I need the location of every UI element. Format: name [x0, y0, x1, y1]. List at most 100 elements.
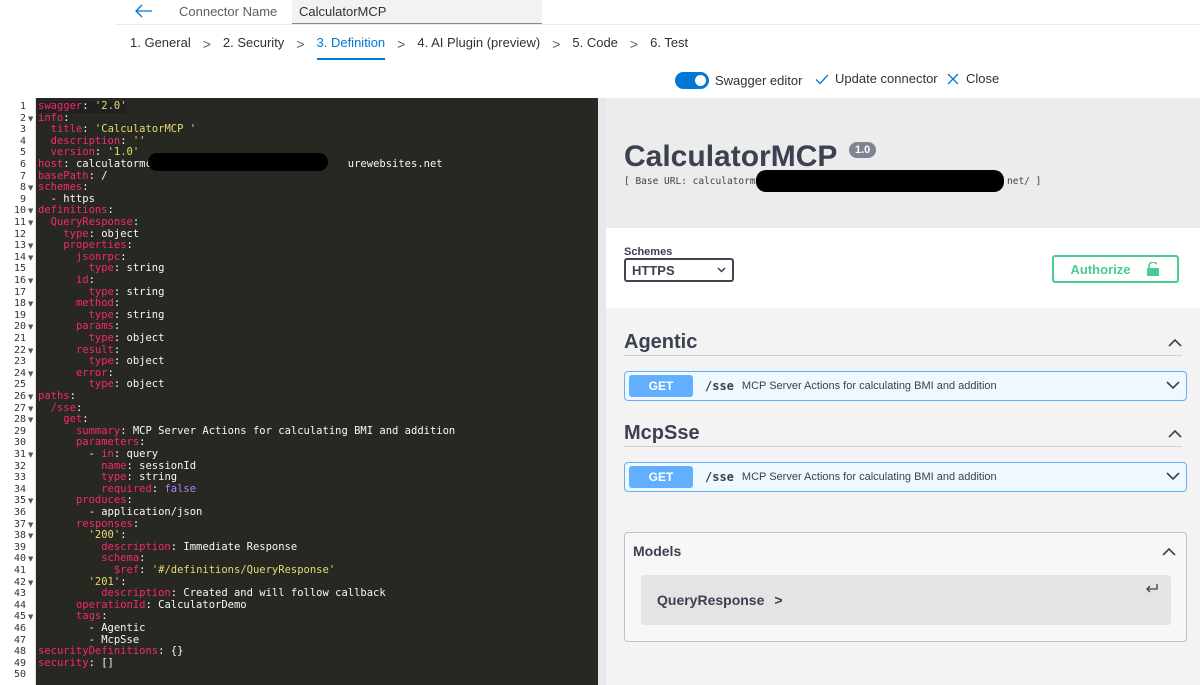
split-pane-divider[interactable] [598, 98, 606, 685]
code-token: 'CalculatorMCP ' [94, 123, 197, 136]
fold-toggle-icon[interactable]: ▼ [28, 277, 33, 285]
fold-toggle-icon[interactable]: ▼ [28, 532, 33, 540]
code-token: '#/definitions/QueryResponse' [151, 564, 336, 576]
models-header[interactable]: Models [633, 543, 681, 559]
line-number: 5 [19, 147, 26, 159]
code-token: version [50, 146, 95, 159]
code-token: : string [113, 262, 165, 275]
code-token: properties [63, 239, 127, 252]
line-number: 4 [19, 135, 26, 147]
tag-header-agentic[interactable]: Agentic [624, 330, 1182, 356]
line-number: 23 [13, 356, 26, 368]
tag-header-mcpsse[interactable]: McpSse [624, 421, 1182, 447]
authorize-button[interactable]: Authorize [1052, 255, 1179, 283]
fold-toggle-icon[interactable]: ▼ [28, 555, 33, 563]
code-token: paths [38, 390, 70, 402]
fold-toggle-icon[interactable]: ▼ [28, 405, 33, 413]
code-token: swagger [38, 100, 83, 112]
fold-toggle-icon[interactable]: ▼ [28, 451, 33, 459]
close-button[interactable]: Close [946, 71, 999, 86]
swagger-code-editor[interactable]: 1 2 ▼ 3 4 5 6 7 8 ▼ 9 10 ▼ 11 ▼ 12 13 ▼ 14 ▼ 15 16 ▼ 17 18 ▼ 19 20 ▼… [0, 98, 598, 685]
line-number: 46 [13, 623, 26, 634]
fold-toggle-icon[interactable]: ▼ [28, 497, 33, 505]
operation-get-sse-agentic[interactable]: GET /sse MCP Server Actions for calculat… [624, 371, 1187, 401]
close-label: Close [966, 71, 1000, 86]
swagger-editor-toggle[interactable] [675, 72, 709, 89]
code-token: name [101, 459, 127, 472]
line-number: 21 [13, 333, 26, 344]
update-connector-button[interactable]: Update connector [815, 71, 938, 86]
fold-toggle-icon[interactable]: ▼ [28, 254, 33, 262]
code-token: : {} [158, 645, 184, 658]
code-token: schema [101, 552, 140, 565]
fold-toggle-icon[interactable]: ▼ [28, 347, 33, 355]
line-number: 30 [13, 437, 26, 449]
step-tab[interactable]: 6. Test [650, 35, 688, 60]
checkmark-icon [815, 74, 829, 84]
back-button[interactable] [132, 0, 156, 22]
code-token: - McpSse [38, 633, 140, 646]
code-token: - Agentic [38, 622, 146, 634]
fold-toggle-icon[interactable]: ▼ [28, 416, 33, 424]
fold-toggle-icon[interactable]: ▼ [28, 370, 33, 378]
fold-toggle-icon[interactable]: ▼ [28, 219, 33, 227]
line-number: 27 [13, 402, 26, 414]
step-tab[interactable]: 3. Definition [316, 35, 386, 60]
model-name: QueryResponse [657, 592, 765, 608]
code-token: : [107, 204, 114, 217]
model-queryresponse[interactable]: QueryResponse > [641, 575, 1171, 625]
step-tab[interactable]: 5. Code [572, 35, 618, 60]
unlock-icon [1147, 261, 1160, 276]
code-token: description [50, 134, 121, 147]
step-tab[interactable]: 2. Security [223, 35, 284, 60]
code-token: : [113, 297, 121, 310]
chevron-up-icon[interactable] [1162, 547, 1176, 556]
code-token: : [151, 482, 165, 495]
connector-name-input[interactable]: CalculatorMCP [292, 0, 542, 24]
code-token: description [101, 540, 171, 553]
operation-get-sse-mcpsse[interactable]: GET /sse MCP Server Actions for calculat… [624, 462, 1187, 492]
line-number: 1 [19, 101, 26, 112]
code-area[interactable]: swagger: '2.0' info: title: 'CalculatorMC… [36, 98, 598, 685]
code-token: : [69, 390, 76, 402]
base-url-prefix: [ Base URL: calculatormcp [624, 176, 767, 187]
fold-toggle-icon[interactable]: ▼ [28, 300, 33, 308]
code-token: tags [75, 610, 102, 623]
code-token: : [82, 100, 95, 112]
code-token: type [88, 355, 114, 368]
code-token: : [120, 529, 127, 542]
line-number: 31 [13, 449, 26, 460]
fold-toggle-icon[interactable]: ▼ [28, 207, 33, 215]
code-token: : object [113, 332, 165, 344]
fold-toggle-icon[interactable]: ▼ [28, 613, 33, 621]
code-token: : [139, 552, 146, 565]
fold-toggle-icon[interactable]: ▼ [28, 184, 33, 192]
code-token: : [113, 320, 121, 333]
fold-toggle-icon[interactable]: ▼ [28, 579, 33, 587]
api-title: CalculatorMCP [624, 140, 838, 173]
code-token: : [139, 436, 146, 449]
fold-toggle-icon[interactable]: ▼ [28, 242, 33, 250]
line-number: 19 [13, 309, 26, 321]
code-token: parameters [75, 436, 140, 449]
chevron-down-icon [717, 267, 726, 273]
fold-toggle-icon[interactable]: ▼ [28, 393, 33, 401]
schemes-select[interactable]: HTTPS [624, 258, 734, 282]
step-tab[interactable]: 1. General [130, 35, 191, 60]
line-number: 20 [13, 321, 26, 333]
fold-toggle-icon[interactable]: ▼ [28, 521, 33, 529]
code-token: security [38, 656, 89, 669]
chevron-right-icon: > [629, 35, 639, 52]
fold-toggle-icon[interactable]: ▼ [28, 323, 33, 331]
operation-summary: MCP Server Actions for calculating BMI a… [741, 380, 997, 392]
step-tab[interactable]: 4. AI Plugin (preview) [417, 35, 540, 60]
fold-toggle-icon[interactable]: ▼ [28, 115, 33, 123]
line-number: 9 [19, 193, 26, 205]
